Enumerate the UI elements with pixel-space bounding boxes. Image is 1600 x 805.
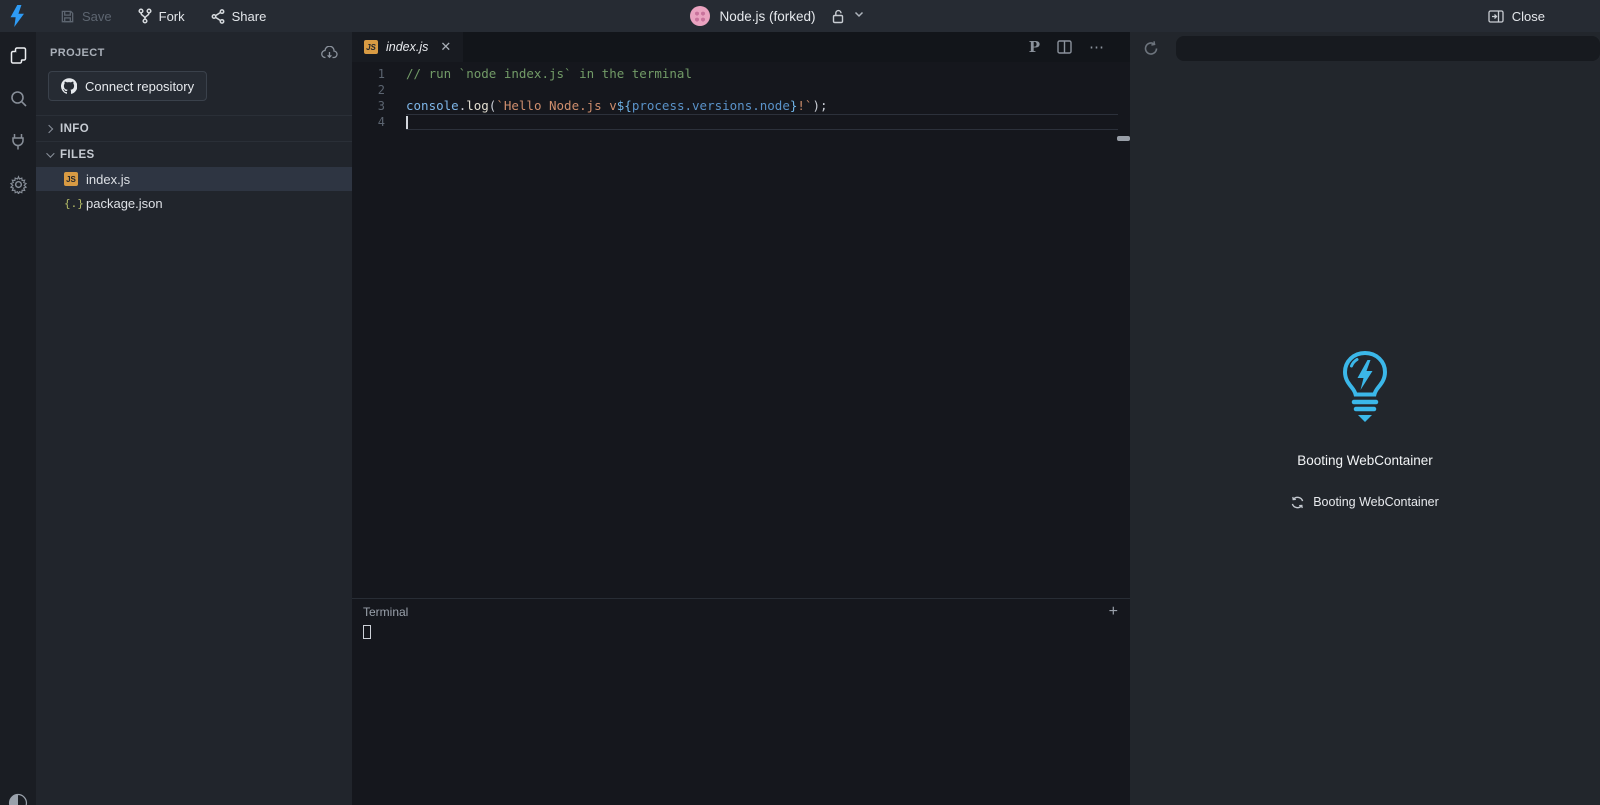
more-actions-icon[interactable]: ⋯ (1089, 38, 1104, 56)
project-title-group[interactable]: Node.js (forked) (690, 6, 863, 26)
sidebar-title: PROJECT (50, 46, 105, 59)
js-file-icon: JS (64, 172, 78, 186)
code-token: !` (797, 98, 813, 113)
connect-repository-button[interactable]: Connect repository (48, 71, 208, 101)
lightbulb-bolt-icon (1339, 350, 1391, 429)
terminal-tab[interactable]: Terminal (363, 605, 408, 619)
code-token: process.versions.node (631, 98, 790, 113)
tab-label: index.js (386, 40, 429, 54)
github-icon (61, 78, 77, 94)
terminal-panel: Terminal + (352, 598, 1130, 805)
save-button[interactable]: Save (60, 9, 112, 24)
activity-bar (0, 32, 36, 805)
file-item-indexjs[interactable]: JS index.js (36, 167, 352, 191)
split-editor-icon[interactable] (1057, 40, 1072, 54)
new-terminal-icon[interactable]: + (1109, 604, 1118, 620)
top-bar: Save Fork Share Node.js (forked) Close (0, 0, 1600, 32)
prettier-icon[interactable]: P (1029, 38, 1040, 56)
js-file-icon: JS (364, 40, 378, 54)
contrast-theme-icon[interactable] (8, 793, 28, 805)
close-tab-icon[interactable]: ✕ (440, 39, 451, 55)
share-button[interactable]: Share (211, 8, 267, 24)
booting-block: Booting WebContainer Booting WebContaine… (1130, 350, 1600, 509)
sidebar-section-info[interactable]: INFO (36, 115, 352, 141)
editor-actions: P ⋯ (1029, 32, 1130, 62)
code-line: 2 (352, 82, 1130, 98)
files-icon[interactable] (8, 45, 28, 65)
code-token: // run `node index.js` in the terminal (406, 66, 692, 81)
fork-button[interactable]: Fork (138, 8, 185, 24)
booting-status-row: Booting WebContainer (1291, 495, 1439, 509)
preview-toolbar (1130, 32, 1600, 65)
chevron-right-icon (44, 124, 54, 133)
code-line-current: 4 (352, 114, 1130, 130)
avatar (690, 6, 711, 26)
project-sidebar: PROJECT Connect repository INFO FILES JS… (36, 32, 352, 805)
stackblitz-logo-icon[interactable] (9, 5, 26, 27)
booting-title: Booting WebContainer (1297, 453, 1433, 468)
files-section-label: FILES (60, 148, 95, 161)
file-item-packagejson[interactable]: {.} package.json (36, 191, 352, 215)
file-name: index.js (86, 171, 131, 187)
sidebar-section-files[interactable]: FILES (36, 141, 352, 167)
share-icon (211, 8, 225, 24)
info-section-label: INFO (60, 122, 90, 135)
topbar-left-group: Save Fork Share (0, 5, 690, 27)
code-line: 3 console.log(`Hello Node.js v${process.… (352, 98, 1130, 114)
booting-status-label: Booting WebContainer (1313, 495, 1439, 509)
code-token: `Hello Node.js v (496, 98, 617, 113)
close-button[interactable]: Close (1512, 9, 1545, 24)
fork-icon (138, 8, 152, 24)
preview-address-bar[interactable] (1176, 36, 1600, 61)
code-token: log (466, 98, 489, 113)
file-name: package.json (86, 195, 163, 211)
settings-gear-icon[interactable] (8, 174, 28, 194)
save-icon (60, 9, 75, 24)
editor-scrollbar-thumb[interactable] (1117, 136, 1130, 141)
chevron-down-icon (46, 148, 55, 158)
chevron-down-icon[interactable] (854, 10, 864, 21)
editor-pane: JS index.js ✕ P ⋯ 1 // run `node index.j… (352, 32, 1130, 805)
line-number: 4 (377, 115, 385, 129)
terminal-header: Terminal + (352, 599, 1130, 621)
project-name: Node.js (forked) (719, 8, 816, 24)
sync-spinner-icon (1291, 496, 1304, 509)
cloud-download-icon[interactable] (321, 46, 338, 59)
topbar-right-group: Close (864, 9, 1600, 24)
code-token: console (406, 98, 459, 113)
editor-tab-bar: JS index.js ✕ P ⋯ (352, 32, 1130, 62)
refresh-icon[interactable] (1143, 40, 1159, 57)
line-number: 2 (377, 83, 385, 97)
text-cursor (406, 116, 408, 129)
code-token: ); (812, 98, 828, 113)
fork-label: Fork (158, 8, 185, 24)
connect-repository-label: Connect repository (85, 78, 195, 94)
sidebar-header: PROJECT (36, 32, 352, 69)
code-line: 1 // run `node index.js` in the terminal (352, 66, 1130, 82)
code-token: ${ (616, 98, 632, 113)
share-label: Share (231, 8, 267, 24)
save-label: Save (82, 8, 112, 24)
line-number: 3 (377, 99, 385, 113)
code-editor[interactable]: 1 // run `node index.js` in the terminal… (352, 62, 1130, 598)
close-panel-icon[interactable] (1488, 9, 1504, 23)
tab-indexjs[interactable]: JS index.js ✕ (352, 32, 464, 62)
json-file-icon: {.} (64, 196, 84, 210)
unlock-icon[interactable] (831, 9, 845, 24)
terminal-cursor[interactable] (363, 625, 371, 639)
line-number: 1 (377, 67, 385, 81)
search-icon[interactable] (8, 88, 28, 108)
ports-plug-icon[interactable] (8, 131, 28, 151)
preview-pane: Booting WebContainer Booting WebContaine… (1130, 32, 1600, 805)
